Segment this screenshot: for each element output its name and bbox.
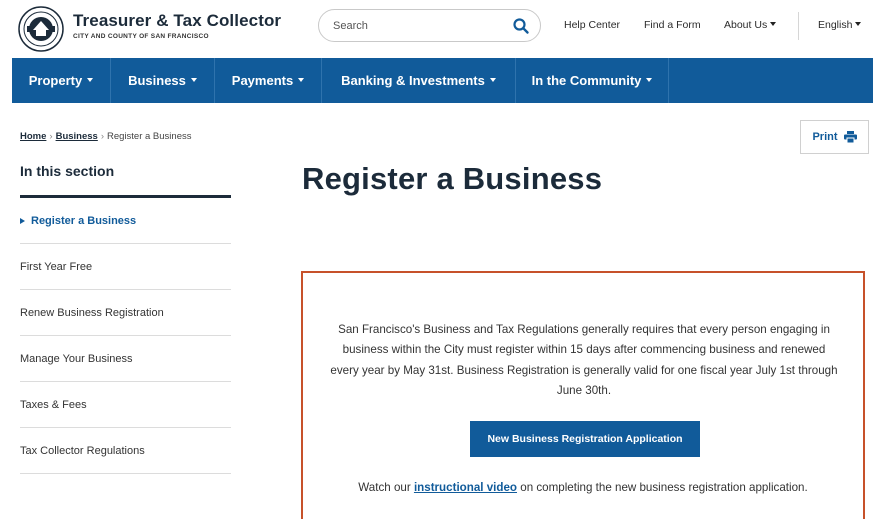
registration-info-text: San Francisco's Business and Tax Regulat… — [330, 323, 838, 397]
site-title[interactable]: Treasurer & Tax Collector — [73, 11, 281, 31]
nav-business-label: Business — [128, 73, 186, 88]
video-prefix: Watch our — [358, 481, 411, 494]
triangle-right-icon — [20, 217, 25, 224]
breadcrumb: Home › Business › Register a Business — [20, 131, 191, 142]
breadcrumb-current: Register a Business — [107, 131, 192, 142]
sidebar-item-label: Taxes & Fees — [20, 398, 87, 411]
breadcrumb-business[interactable]: Business — [56, 131, 98, 142]
new-business-registration-button[interactable]: New Business Registration Application — [470, 421, 700, 457]
nav-community-label: In the Community — [531, 73, 642, 88]
site-subtitle: CITY AND COUNTY OF SAN FRANCISCO — [73, 33, 209, 40]
search-icon[interactable] — [512, 17, 530, 35]
find-form-link[interactable]: Find a Form — [644, 19, 701, 31]
nav-separator — [668, 58, 669, 103]
city-seal-logo[interactable] — [18, 6, 64, 52]
sidebar-item-renew-registration[interactable]: Renew Business Registration — [20, 290, 231, 336]
sidebar-item-taxes-fees[interactable]: Taxes & Fees — [20, 382, 231, 428]
chevron-down-icon — [855, 22, 862, 27]
sidebar-title: In this section — [20, 163, 115, 179]
header-divider — [798, 12, 799, 40]
video-suffix: on completing the new business registrat… — [520, 481, 808, 494]
chevron-down-icon — [190, 77, 197, 82]
sidebar-item-label: First Year Free — [20, 260, 93, 273]
about-us-menu[interactable]: About Us — [724, 19, 777, 31]
printer-icon — [843, 131, 857, 143]
print-button[interactable]: Print — [800, 120, 869, 154]
sidebar-item-label: Register a Business — [31, 214, 137, 227]
language-select[interactable]: English — [818, 19, 862, 31]
site-header: Treasurer & Tax Collector CITY AND COUNT… — [0, 0, 874, 58]
language-label: English — [818, 19, 853, 31]
nav-banking-label: Banking & Investments — [341, 73, 485, 88]
breadcrumb-separator: › — [49, 131, 53, 142]
chevron-down-icon — [770, 22, 777, 27]
video-instructions: Watch our instructional video on complet… — [303, 481, 863, 494]
page-title: Register a Business — [302, 161, 603, 196]
chevron-down-icon — [646, 77, 653, 82]
sidebar-item-manage-business[interactable]: Manage Your Business — [20, 336, 231, 382]
nav-payments-label: Payments — [231, 73, 294, 88]
breadcrumb-separator: › — [100, 131, 104, 142]
breadcrumb-home[interactable]: Home — [20, 131, 46, 142]
chevron-down-icon — [87, 77, 94, 82]
sidebar-item-first-year-free[interactable]: First Year Free — [20, 244, 231, 290]
print-label: Print — [812, 131, 838, 143]
sidebar-item-label: Tax Collector Regulations — [20, 444, 145, 457]
nav-banking[interactable]: Banking & Investments — [322, 58, 515, 103]
instructional-video-link[interactable]: instructional video — [414, 481, 517, 494]
nav-business[interactable]: Business — [111, 58, 214, 103]
info-callout: San Francisco's Business and Tax Regulat… — [301, 271, 865, 519]
chevron-down-icon — [489, 77, 496, 82]
about-us-label: About Us — [724, 19, 768, 31]
chevron-down-icon — [298, 77, 305, 82]
nav-community[interactable]: In the Community — [516, 58, 668, 103]
nav-property-label: Property — [28, 73, 83, 88]
sidebar-item-label: Manage Your Business — [20, 352, 133, 365]
help-center-link[interactable]: Help Center — [564, 19, 620, 31]
search-box — [318, 9, 541, 42]
sidebar-item-tax-collector-regulations[interactable]: Tax Collector Regulations — [20, 428, 231, 474]
nav-payments[interactable]: Payments — [215, 58, 321, 103]
main-nav: Property Business Payments Banking & Inv… — [12, 58, 873, 103]
sidebar-item-register-business[interactable]: Register a Business — [20, 198, 231, 244]
sidebar-item-label: Renew Business Registration — [20, 306, 164, 319]
search-input[interactable] — [333, 18, 503, 34]
nav-property[interactable]: Property — [12, 58, 110, 103]
